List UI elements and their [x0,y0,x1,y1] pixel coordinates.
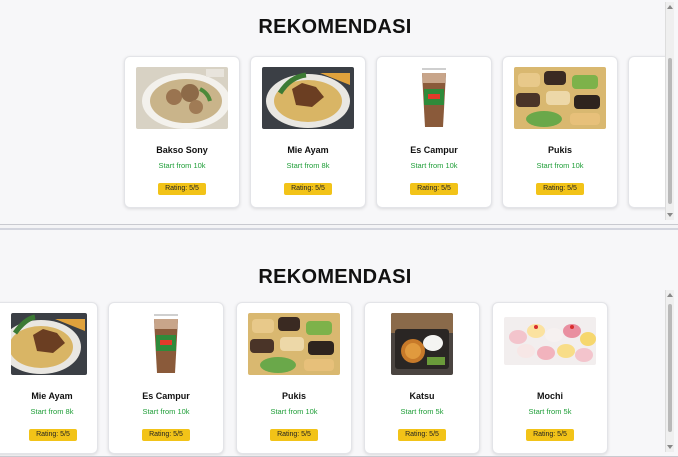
katsu-photo [391,313,453,375]
rating-badge: Rating: 5/5 [536,183,584,195]
rating-badge: Rating: 5/5 [284,183,332,195]
food-name: Mie Ayam [287,145,329,155]
section-title: REKOMENDASI [258,16,412,38]
food-card-katsu[interactable]: Katsu Start from 5k Rating: 5/5 [364,302,480,454]
scroll-down-icon[interactable] [667,213,673,217]
food-card-mie-ayam[interactable]: Mie Ayam Start from 8k Rating: 5/5 [0,302,98,454]
food-card-mochi[interactable]: Mochi Start from 5k Rating: 5/5 [492,302,608,454]
food-card-partial[interactable] [628,56,669,208]
scrollbar-thumb[interactable] [668,304,672,432]
food-name: Mie Ayam [31,391,73,401]
mie-ayam-photo [262,67,354,129]
es-campur-photo [388,67,480,129]
food-name: Pukis [281,391,306,401]
food-price: Start from 10k [536,161,584,170]
food-name: Bakso Sony [156,145,208,155]
scrollbar-thumb[interactable] [668,58,672,204]
rating-badge: Rating: 5/5 [158,183,206,195]
food-name: Es Campur [142,391,190,401]
section-title: REKOMENDASI [258,266,412,288]
rating-badge: Rating: 5/5 [398,429,446,441]
food-card-pukis[interactable]: Pukis Start from 10k Rating: 5/5 [236,302,352,454]
food-price: Start from 10k [410,161,458,170]
food-price: Start from 10k [270,407,318,416]
food-card-bakso-sony[interactable]: Bakso Sony Start from 10k Rating: 5/5 [124,56,240,208]
food-price: Start from 10k [158,161,206,170]
vertical-scrollbar[interactable] [665,2,674,220]
food-card-es-campur[interactable]: Es Campur Start from 10k Rating: 5/5 [376,56,492,208]
pukis-photo [514,67,606,129]
food-card-es-campur[interactable]: Es Campur Start from 10k Rating: 5/5 [108,302,224,454]
bakso-photo [136,67,228,129]
rating-badge: Rating: 5/5 [29,429,77,441]
pukis-photo [248,313,340,375]
food-price: Start from 8k [286,161,330,170]
food-name: Mochi [537,391,563,401]
food-name: Es Campur [410,145,458,155]
scroll-up-icon[interactable] [667,293,673,297]
food-name: Pukis [547,145,572,155]
rating-badge: Rating: 5/5 [410,183,458,195]
scroll-down-icon[interactable] [667,445,673,449]
mie-ayam-photo [11,313,87,375]
recommendation-panel-bottom: REKOMENDASI Mie Ayam Start from 8k Ratin… [0,228,678,457]
food-price: Start from 10k [142,407,190,416]
food-card-mie-ayam[interactable]: Mie Ayam Start from 8k Rating: 5/5 [250,56,366,208]
rating-badge: Rating: 5/5 [270,429,318,441]
scroll-up-icon[interactable] [667,5,673,9]
food-price: Start from 8k [30,407,74,416]
food-price: Start from 5k [400,407,444,416]
es-campur-photo [120,313,212,375]
recommendation-panel-top: REKOMENDASI Bakso Sony Start from 10k Ra… [0,0,678,225]
vertical-scrollbar[interactable] [665,290,674,452]
food-name: Katsu [409,391,435,401]
food-card-pukis[interactable]: Pukis Start from 10k Rating: 5/5 [502,56,618,208]
rating-badge: Rating: 5/5 [142,429,190,441]
mochi-photo [504,317,596,365]
food-price: Start from 5k [528,407,572,416]
rating-badge: Rating: 5/5 [526,429,574,441]
